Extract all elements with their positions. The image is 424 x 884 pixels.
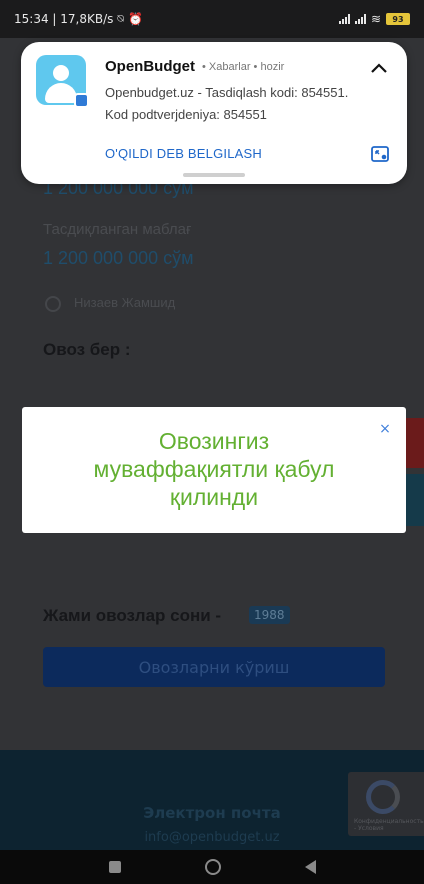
total-votes-label: Жами овозлар сони -: [43, 606, 222, 625]
recaptcha-badge[interactable]: Конфиденциальность - Условия: [348, 772, 424, 836]
phone-screen: 15:34 | 17,8KB/s ⍉ ⏰ ≋ 93 1 200 000 000 …: [0, 0, 424, 884]
author-name: Низаев Жамшид: [74, 295, 176, 310]
notification-time: hozir: [260, 61, 285, 73]
signal-icon-2: [354, 14, 366, 24]
chevron-up-icon[interactable]: [368, 58, 390, 80]
recaptcha-icon: [366, 780, 400, 814]
wifi-icon: ≋: [370, 12, 381, 26]
see-votes-button[interactable]: Овозларни кўриш: [43, 647, 385, 687]
sms-notification[interactable]: OpenBudget • Xabarlar • hozir Openbudget…: [21, 42, 407, 184]
status-time-speed: 15:34 | 17,8KB/s: [14, 12, 114, 26]
battery-icon: 93: [386, 13, 410, 25]
back-icon[interactable]: [304, 860, 316, 874]
side-button-teal: [406, 474, 424, 526]
navigation-bar: [0, 850, 424, 884]
notification-line-1: Openbudget.uz - Tasdiqlash kodi: 854551.: [105, 85, 349, 100]
recaptcha-text: Конфиденциальность - Условия: [354, 818, 424, 832]
messages-badge-icon: [74, 93, 89, 108]
confirmed-amount: 1 200 000 000 сўм: [43, 248, 194, 268]
mute-icon: ⍉: [117, 12, 124, 25]
status-icons: ≋ 93: [338, 12, 410, 26]
status-bar: 15:34 | 17,8KB/s ⍉ ⏰ ≋ 93: [0, 0, 424, 38]
alarm-icon: ⏰: [127, 12, 143, 26]
success-dialog: Овозингиз муваффақиятли қабул қилинди ×: [22, 407, 406, 533]
notification-drag-handle[interactable]: [183, 173, 245, 177]
mark-as-read-button[interactable]: O'QILDI DEB BELGILASH: [105, 146, 262, 161]
home-icon[interactable]: [204, 859, 221, 875]
confirmed-label: Тасдиқланган маблағ: [43, 221, 192, 238]
close-icon[interactable]: ×: [375, 419, 395, 439]
vote-heading: Овоз бер :: [43, 340, 131, 359]
success-message: Овозингиз муваффақиятли қабул қилинди: [93, 428, 335, 510]
notification-channel: Xabarlar: [208, 61, 251, 73]
side-button-red: [406, 418, 424, 468]
recents-icon[interactable]: [108, 861, 121, 873]
notification-line-2: Kod podtverjdeniya: 854551: [105, 107, 267, 122]
total-votes-badge: 1988: [249, 606, 290, 624]
user-icon: [45, 296, 61, 312]
notification-meta: • Xabarlar • hozir: [202, 61, 285, 73]
open-in-window-icon[interactable]: [371, 146, 389, 162]
signal-icon: [338, 14, 350, 24]
notification-app-name: OpenBudget: [105, 58, 195, 75]
